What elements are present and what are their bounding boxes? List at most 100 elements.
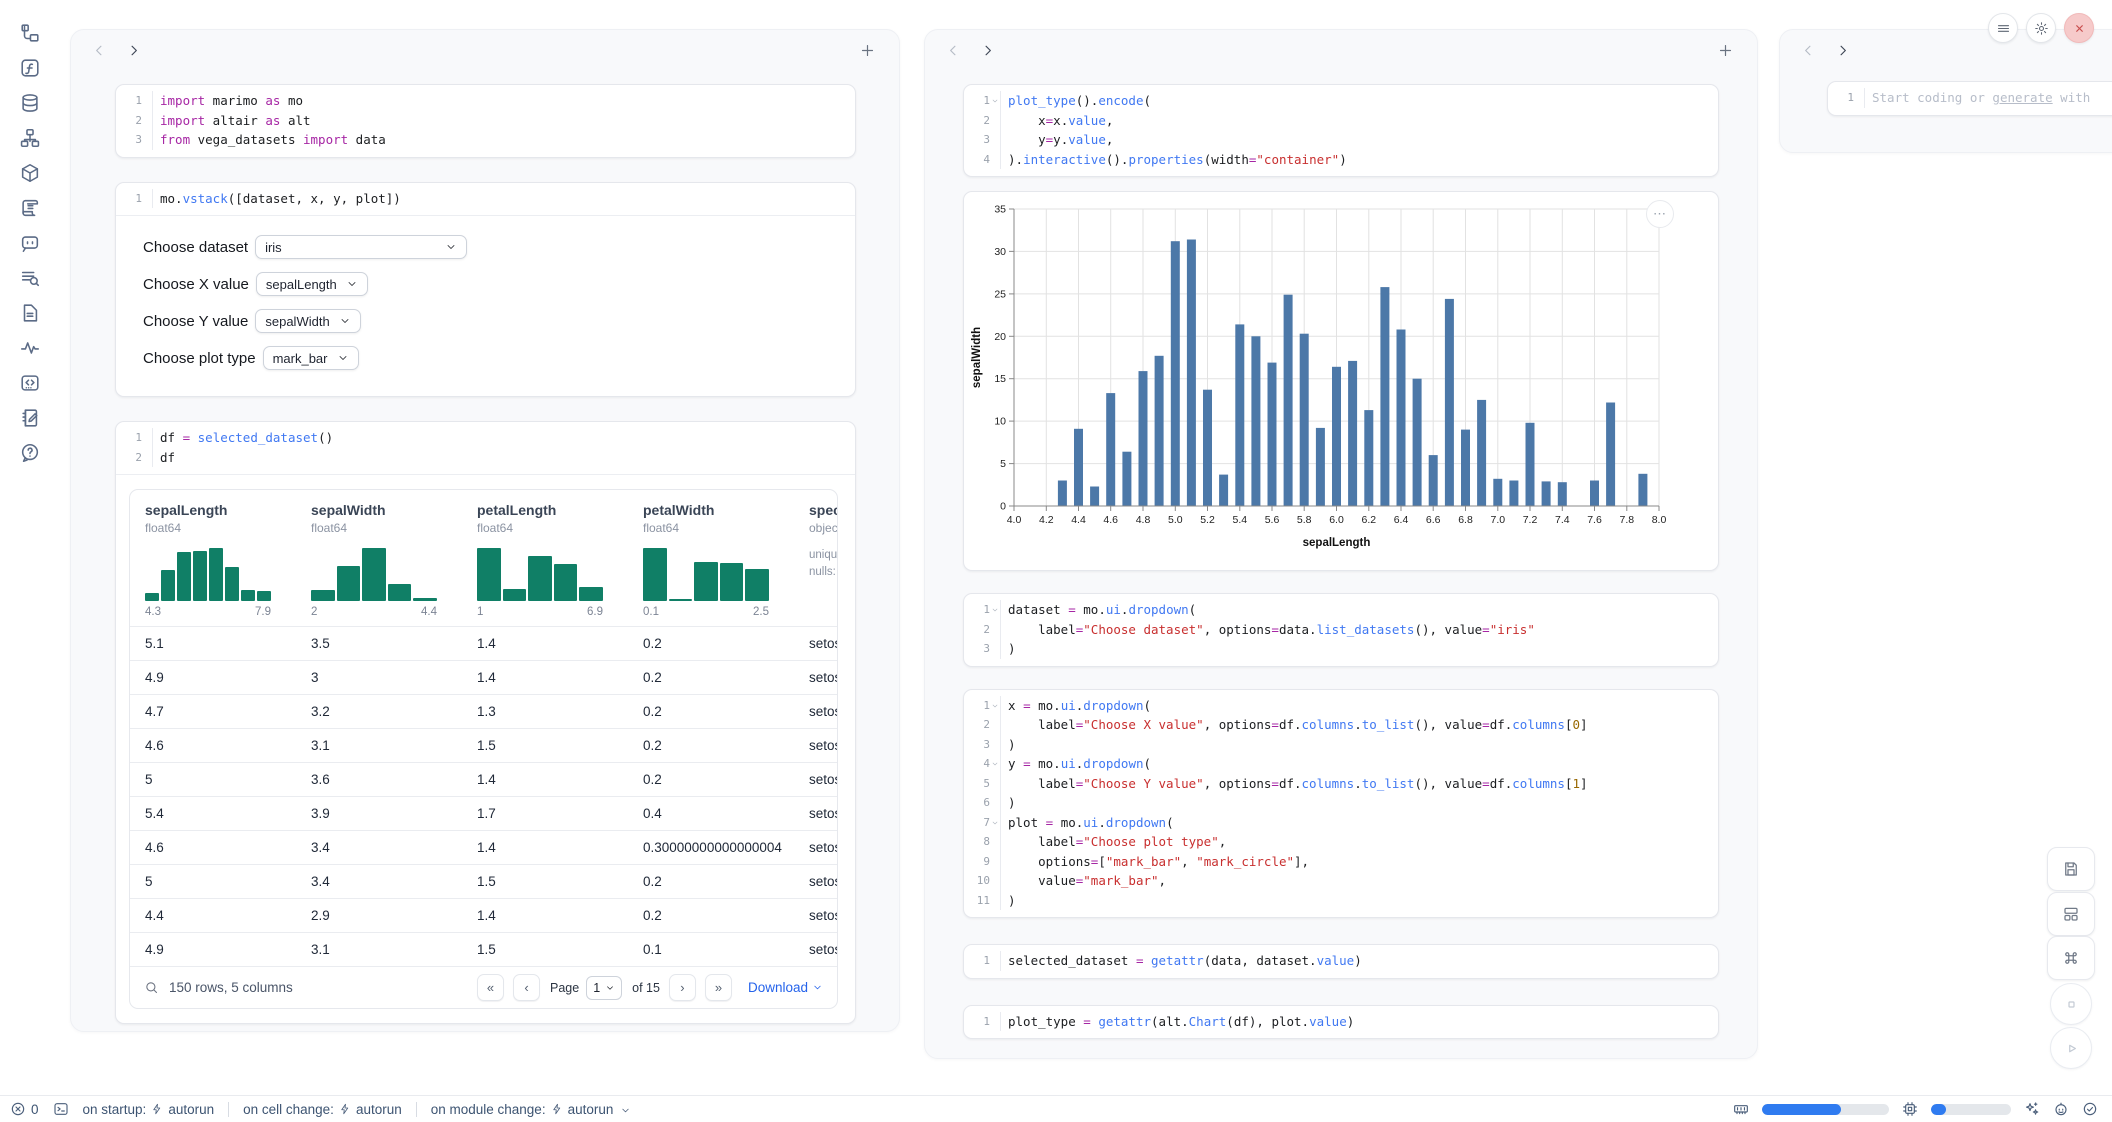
code-editor[interactable]: 1import marimo as mo2import altair as al… xyxy=(116,85,855,157)
dependency-graph-icon[interactable] xyxy=(19,127,41,149)
chart-bar xyxy=(1558,482,1567,506)
code-token: ( xyxy=(1144,698,1152,713)
connection-status-icon[interactable] xyxy=(2082,1101,2098,1117)
run-config-label: on startup: xyxy=(83,1102,147,1117)
code-editor[interactable]: 1x = mo.ui.dropdown(2 label="Choose X va… xyxy=(964,690,1718,918)
chart-bar xyxy=(1526,423,1535,506)
code-token: , xyxy=(1219,834,1227,849)
errors-indicator[interactable]: 0 xyxy=(10,1101,39,1117)
code-editor[interactable]: 1dataset = mo.ui.dropdown(2 label="Choos… xyxy=(964,594,1718,666)
table-cell: 0.2 xyxy=(628,874,794,889)
chart-actions-button[interactable]: ⋯ xyxy=(1646,200,1674,228)
code-token: columns xyxy=(1302,776,1355,791)
histogram-bar xyxy=(643,548,667,601)
line-number: 3 xyxy=(120,130,142,150)
chart-bar xyxy=(1171,241,1180,506)
code-token: ], xyxy=(1294,854,1309,869)
scratchpad-icon[interactable] xyxy=(19,407,41,429)
table-cell: setosa xyxy=(794,772,838,787)
dropdown-select[interactable]: iris xyxy=(255,235,467,259)
run-button[interactable] xyxy=(2050,1027,2092,1069)
code-line: 2 label="Choose X value", options=df.col… xyxy=(968,715,1708,735)
code-editor[interactable]: 1Start coding or generate with xyxy=(1828,82,2112,115)
page-select[interactable]: 1 xyxy=(586,976,622,1000)
script-icon[interactable] xyxy=(19,197,41,219)
dropdown-select[interactable]: sepalLength xyxy=(256,272,368,296)
code-token: import xyxy=(160,113,205,128)
code-token: ] xyxy=(1580,776,1588,791)
table-row: 4.931.40.2setosa xyxy=(130,660,837,694)
terminal-button[interactable] xyxy=(53,1101,69,1117)
ai-sparkles-icon[interactable] xyxy=(2024,1101,2040,1117)
nav-prev-icon[interactable] xyxy=(91,42,111,62)
chat-icon[interactable] xyxy=(19,232,41,254)
column-name: sepalWidth xyxy=(311,502,462,518)
first-page-button[interactable]: « xyxy=(477,974,504,1001)
code-token: = xyxy=(1482,776,1490,791)
chart-bar xyxy=(1477,400,1486,506)
code-token: ui xyxy=(1083,815,1098,830)
help-icon[interactable] xyxy=(19,442,41,464)
nav-prev-icon[interactable] xyxy=(1800,42,1820,62)
datasources-icon[interactable] xyxy=(19,92,41,114)
code-token: , xyxy=(1181,854,1196,869)
last-page-button[interactable]: » xyxy=(705,974,732,1001)
tracing-icon[interactable] xyxy=(19,337,41,359)
prev-page-button[interactable]: ‹ xyxy=(513,974,540,1001)
nav-next-icon[interactable] xyxy=(125,42,145,62)
layout-button[interactable] xyxy=(2047,892,2095,936)
close-button[interactable] xyxy=(2064,13,2094,43)
code-editor[interactable]: 1df = selected_dataset()2df xyxy=(116,422,855,474)
search-icon[interactable] xyxy=(144,980,159,995)
run-config-item[interactable]: on module change:autorun xyxy=(431,1102,632,1117)
code-token: , options xyxy=(1204,717,1272,732)
settings-button[interactable] xyxy=(2026,13,2056,43)
nav-prev-icon[interactable] xyxy=(945,42,965,62)
code-text: import altair as alt xyxy=(152,111,845,131)
menu-button[interactable] xyxy=(1988,13,2018,43)
run-config-item[interactable]: on cell change:autorun xyxy=(243,1102,402,1117)
code-token: 1 xyxy=(1573,776,1581,791)
code-editor[interactable]: 1plot_type().encode(2 x=x.value,3 y=y.va… xyxy=(964,85,1718,176)
document-icon[interactable] xyxy=(19,302,41,324)
code-token: dropdown xyxy=(1128,602,1188,617)
file-tree-icon[interactable] xyxy=(19,22,41,44)
add-cell-button[interactable] xyxy=(859,42,879,62)
line-number: 2 xyxy=(968,620,990,640)
keyboard-shortcuts-button[interactable] xyxy=(2047,936,2095,980)
code-editor[interactable]: 1selected_dataset = getattr(data, datase… xyxy=(964,945,1718,978)
nav-next-icon[interactable] xyxy=(979,42,999,62)
histogram-bar xyxy=(209,548,223,601)
chart-bar xyxy=(1122,452,1131,506)
next-page-button[interactable]: › xyxy=(669,974,696,1001)
code-token: = xyxy=(1023,698,1031,713)
dropdown-select[interactable]: mark_bar xyxy=(263,346,359,370)
column-dtype: float64 xyxy=(643,521,794,535)
altair-chart[interactable]: 4.04.24.44.64.85.05.25.45.65.86.06.26.46… xyxy=(964,192,1719,568)
code-editor[interactable]: 1mo.vstack([dataset, x, y, plot]) xyxy=(116,183,855,216)
interrupt-button[interactable] xyxy=(2050,983,2092,1025)
table-cell: setosa xyxy=(794,636,838,651)
code-token: mo. xyxy=(1031,756,1061,771)
y-tick-label: 15 xyxy=(994,373,1006,385)
table-cell: setosa xyxy=(794,840,838,855)
add-cell-button[interactable] xyxy=(1717,42,1737,62)
line-number: 1 xyxy=(120,428,142,448)
code-editor[interactable]: 1plot_type = getattr(alt.Chart(df), plot… xyxy=(964,1006,1718,1039)
code-token: = xyxy=(1271,776,1279,791)
download-button[interactable]: Download xyxy=(748,980,823,995)
packages-icon[interactable] xyxy=(19,162,41,184)
logs-icon[interactable] xyxy=(19,267,41,289)
code-token: ) xyxy=(1339,152,1347,167)
save-button[interactable] xyxy=(2047,847,2095,891)
run-config-item[interactable]: on startup:autorun xyxy=(83,1102,215,1117)
nav-next-icon[interactable] xyxy=(1834,42,1854,62)
fold-marker-icon xyxy=(142,130,152,150)
functions-icon[interactable] xyxy=(19,57,41,79)
dropdown-select[interactable]: sepalWidth xyxy=(255,309,360,333)
table-cell: 1.5 xyxy=(462,942,628,957)
assistant-bot-icon[interactable] xyxy=(2053,1101,2069,1117)
fold-marker-icon xyxy=(990,832,1000,852)
snippets-icon[interactable] xyxy=(19,372,41,394)
table-cell: 4.9 xyxy=(130,670,296,685)
